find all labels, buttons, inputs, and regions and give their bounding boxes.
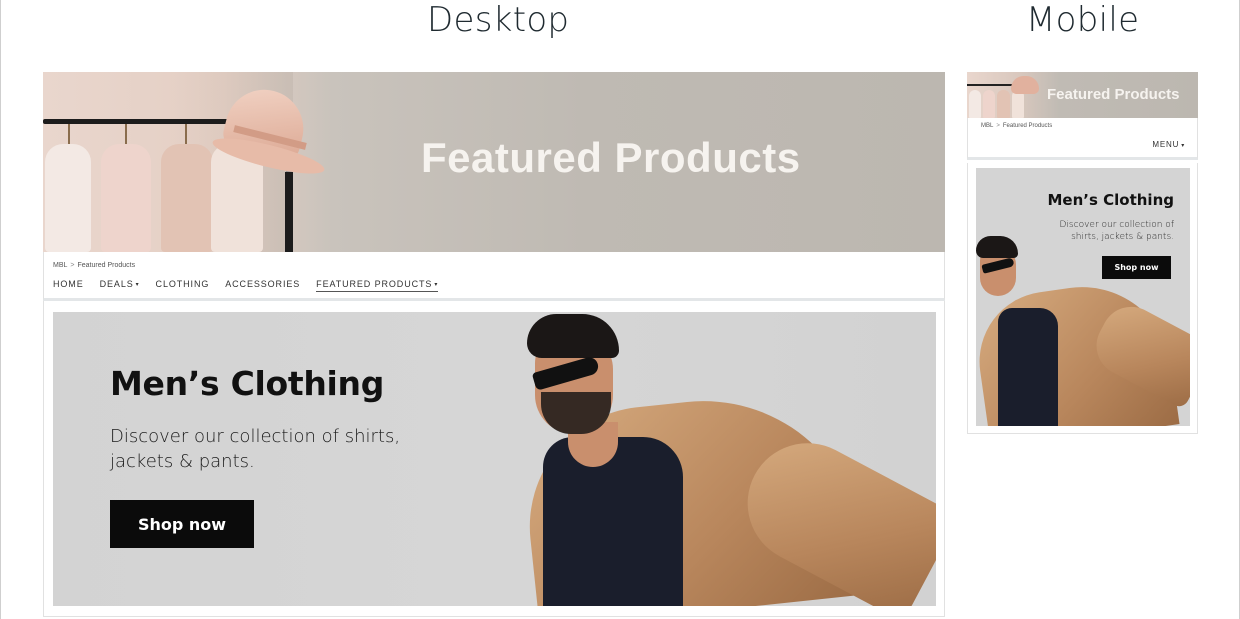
nav-item-accessories[interactable]: ACCESSORIES: [225, 279, 300, 292]
mobile-breadcrumb: MBL > Featured Products: [981, 123, 1052, 129]
promo-banner: Men’s Clothing Discover our collection o…: [53, 312, 936, 606]
mobile-navigation: MBL > Featured Products MENU ▾: [967, 118, 1198, 160]
nav-item-label: ACCESSORIES: [225, 279, 301, 289]
chevron-down-icon: ▾: [1181, 143, 1185, 149]
mobile-hero-banner: Featured Products: [967, 72, 1198, 118]
hanger-hook: [185, 124, 187, 146]
nav-menu: HOME DEALS ▾ CLOTHING ACCESSORIES FEATURE…: [53, 279, 439, 292]
nav-item-home[interactable]: HOME: [53, 279, 84, 292]
breadcrumb-root[interactable]: MBL: [981, 123, 993, 129]
breadcrumb-separator-icon: >: [70, 262, 75, 269]
mobile-promo-title: Men’s Clothing: [1047, 191, 1175, 209]
nav-item-label: HOME: [53, 279, 84, 289]
breadcrumb-current: Featured Products: [77, 262, 136, 269]
mobile-shop-now-button[interactable]: Shop now: [1102, 256, 1171, 279]
promo-title: Men’s Clothing: [110, 364, 385, 403]
frame-left-border: [0, 0, 1, 619]
hat-icon: [1011, 76, 1039, 94]
desktop-navigation: MBL > Featured Products HOME DEALS ▾ CLOTHI…: [43, 252, 945, 301]
mobile-menu-button[interactable]: MENU ▾: [1152, 140, 1185, 149]
shop-now-button[interactable]: Shop now: [110, 500, 254, 548]
mobile-heading: Mobile: [1026, 0, 1140, 40]
garment-lace-top: [45, 144, 91, 252]
garment: [1012, 90, 1024, 118]
mobile-preview: Featured Products MBL > Featured Products …: [967, 72, 1198, 434]
garment: [997, 90, 1010, 118]
chevron-down-icon: ▾: [135, 282, 140, 289]
hero-banner: Featured Products: [43, 72, 945, 252]
nav-item-label: CLOTHING: [155, 279, 210, 289]
garment-knit-top: [101, 144, 151, 252]
model-hair: [976, 236, 1018, 258]
mobile-hero-title: Featured Products: [1047, 86, 1180, 103]
model-shirt: [998, 308, 1058, 426]
mobile-promo-card: Men’s Clothing Discover our collection o…: [967, 163, 1198, 434]
nav-item-deals[interactable]: DEALS ▾: [100, 279, 140, 292]
garment: [983, 90, 995, 118]
breadcrumb: MBL > Featured Products: [53, 262, 135, 269]
model-shirt: [543, 437, 683, 606]
hat-stand: [285, 172, 293, 252]
nav-item-label: DEALS: [99, 279, 134, 289]
nav-item-clothing[interactable]: CLOTHING: [156, 279, 210, 292]
breadcrumb-separator-icon: >: [996, 123, 1000, 129]
nav-item-label: FEATURED PRODUCTS: [316, 279, 433, 289]
garment: [969, 90, 981, 118]
nav-item-featured-products[interactable]: FEATURED PRODUCTS ▾: [316, 279, 439, 292]
model-hair: [527, 314, 619, 358]
mobile-promo-banner: Men’s Clothing Discover our collection o…: [976, 168, 1190, 426]
desktop-preview: Featured Products MBL > Featured Products …: [43, 72, 945, 617]
hanger-hook: [125, 124, 127, 146]
promo-card: Men’s Clothing Discover our collection o…: [43, 301, 945, 617]
breadcrumb-current: Featured Products: [1002, 123, 1053, 129]
hero-title: Featured Products: [421, 134, 801, 181]
chevron-down-icon: ▾: [434, 282, 439, 289]
menu-label: MENU: [1152, 140, 1180, 149]
promo-description: Discover our collection of shirts, jacke…: [110, 426, 401, 472]
hanger-hook: [68, 124, 70, 146]
desktop-heading: Desktop: [427, 0, 570, 40]
breadcrumb-root[interactable]: MBL: [53, 262, 67, 269]
garment-blouse: [161, 144, 213, 252]
mobile-promo-description: Discover our collection of shirts, jacke…: [1059, 220, 1175, 242]
